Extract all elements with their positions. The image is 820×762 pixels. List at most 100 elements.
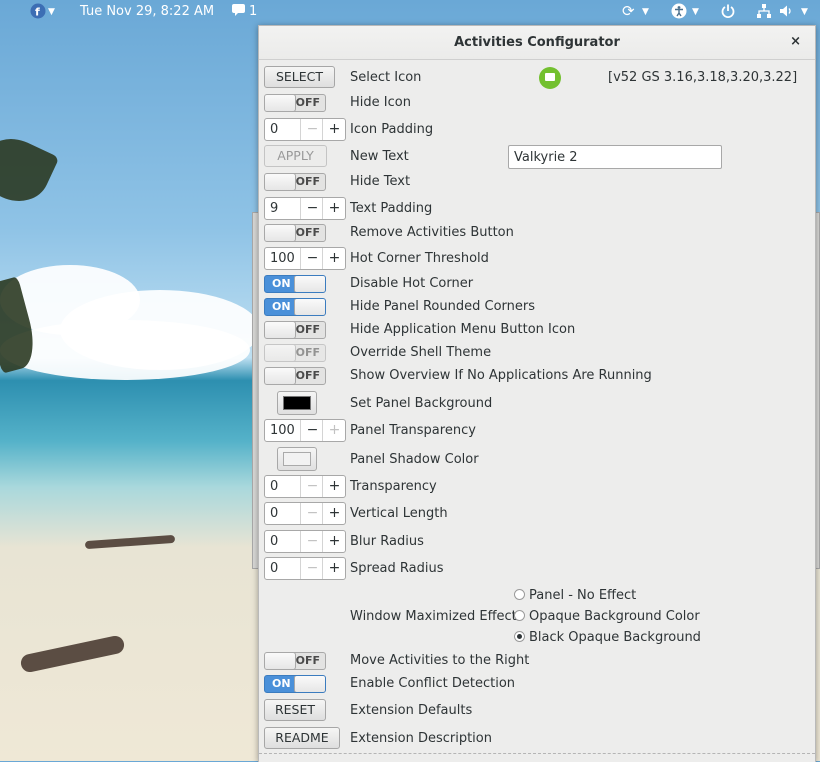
increment-button[interactable]: + (322, 248, 346, 269)
top-bar: f ▼ Tue Nov 29, 8:22 AM 1 ⟳ ▼ ▼ ▼ (0, 0, 820, 24)
increment-button[interactable]: + (322, 198, 346, 219)
dialog-title: Activities Configurator (454, 35, 620, 50)
driftwood (19, 634, 126, 674)
disable-hot-corner-label: Disable Hot Corner (350, 276, 474, 291)
panel-transparency-label: Panel Transparency (350, 423, 476, 438)
radio-label: Opaque Background Color (529, 609, 700, 624)
radio-button[interactable] (514, 589, 525, 600)
panel-background-color-button[interactable] (277, 391, 317, 415)
spread-radius-spinner[interactable]: 0 − + (264, 557, 346, 580)
window-maximized-effect-label: Window Maximized Effect (350, 609, 517, 624)
network-icon[interactable] (756, 3, 772, 23)
increment-button[interactable]: + (322, 531, 346, 552)
volume-icon[interactable] (778, 3, 794, 23)
vertical-length-spinner[interactable]: 0 − + (264, 502, 346, 525)
panel-background-label: Set Panel Background (350, 396, 493, 411)
decrement-button[interactable]: − (300, 420, 324, 441)
spinner-value[interactable]: 0 (270, 506, 278, 521)
version-label: [v52 GS 3.16,3.18,3.20,3.22] (608, 70, 798, 85)
transparency-label: Transparency (350, 479, 437, 494)
increment-button[interactable]: + (322, 420, 346, 441)
remove-activities-switch[interactable]: OFF (264, 224, 326, 242)
icon-padding-spinner[interactable]: 0 − + (264, 118, 346, 141)
disable-hot-corner-switch[interactable]: ON (264, 275, 326, 293)
conflict-detection-switch[interactable]: ON (264, 675, 326, 693)
blur-radius-spinner[interactable]: 0 − + (264, 530, 346, 553)
radio-black-opaque-background[interactable]: Black Opaque Background (514, 630, 701, 645)
radio-opaque-background-color[interactable]: Opaque Background Color (514, 609, 700, 624)
switch-state: ON (272, 677, 291, 690)
new-text-label: New Text (350, 149, 409, 164)
hide-text-label: Hide Text (350, 174, 411, 189)
chevron-down-icon[interactable]: ▼ (642, 7, 649, 17)
notification-count: 1 (249, 4, 258, 19)
decrement-button[interactable]: − (300, 503, 324, 524)
new-text-input[interactable]: Valkyrie 2 (508, 145, 722, 169)
switch-state: OFF (295, 96, 320, 109)
hide-rounded-corners-switch[interactable]: ON (264, 298, 326, 316)
spinner-value[interactable]: 9 (270, 201, 278, 216)
chat-icon[interactable] (231, 3, 246, 21)
hide-rounded-corners-label: Hide Panel Rounded Corners (350, 299, 535, 314)
apply-button[interactable]: APPLY (264, 145, 327, 167)
hide-text-switch[interactable]: OFF (264, 173, 326, 191)
power-icon[interactable] (720, 3, 736, 23)
transparency-spinner[interactable]: 0 − + (264, 475, 346, 498)
hide-icon-label: Hide Icon (350, 95, 411, 110)
spinner-value[interactable]: 100 (270, 251, 295, 266)
radio-button[interactable] (514, 631, 525, 642)
select-icon-button[interactable]: SELECT (264, 66, 335, 88)
readme-button[interactable]: README (264, 727, 340, 749)
increment-button[interactable]: + (322, 476, 346, 497)
fedora-logo-icon[interactable]: f (30, 3, 46, 23)
hide-app-menu-icon-label: Hide Application Menu Button Icon (350, 322, 576, 337)
decrement-button[interactable]: − (300, 119, 324, 140)
panel-transparency-spinner[interactable]: 100 − + (264, 419, 346, 442)
select-icon-label: Select Icon (350, 70, 422, 85)
close-icon[interactable]: × (790, 34, 801, 49)
decrement-button[interactable]: − (300, 198, 324, 219)
spinner-value[interactable]: 100 (270, 423, 295, 438)
switch-state: OFF (295, 346, 320, 359)
switch-state: OFF (295, 369, 320, 382)
conflict-detection-label: Enable Conflict Detection (350, 676, 516, 691)
move-activities-right-label: Move Activities to the Right (350, 653, 530, 668)
spinner-value[interactable]: 0 (270, 534, 278, 549)
shadow-color-button[interactable] (277, 447, 317, 471)
increment-button[interactable]: + (322, 558, 346, 579)
chevron-down-icon[interactable]: ▼ (692, 7, 699, 17)
remove-activities-label: Remove Activities Button (350, 225, 514, 240)
reset-button[interactable]: RESET (264, 699, 326, 721)
spinner-value[interactable]: 0 (270, 479, 278, 494)
chevron-down-icon[interactable]: ▼ (48, 7, 55, 17)
chevron-down-icon[interactable]: ▼ (801, 7, 808, 17)
show-overview-switch[interactable]: OFF (264, 367, 326, 385)
increment-button[interactable]: + (322, 503, 346, 524)
switch-state: ON (272, 300, 291, 313)
spinner-value[interactable]: 0 (270, 122, 278, 137)
move-activities-right-switch[interactable]: OFF (264, 652, 326, 670)
dialog-titlebar[interactable]: Activities Configurator × (259, 26, 815, 60)
hot-corner-threshold-spinner[interactable]: 100 − + (264, 247, 346, 270)
cloud (0, 320, 250, 380)
extension-description-label: Extension Description (350, 731, 492, 746)
radio-panel-no-effect[interactable]: Panel - No Effect (514, 588, 636, 603)
decrement-button[interactable]: − (300, 476, 324, 497)
decrement-button[interactable]: − (300, 558, 324, 579)
override-shell-theme-switch[interactable]: OFF (264, 344, 326, 362)
extension-defaults-label: Extension Defaults (350, 703, 473, 718)
divider (259, 753, 815, 754)
spinner-value[interactable]: 0 (270, 561, 278, 576)
hide-icon-switch[interactable]: OFF (264, 94, 326, 112)
refresh-icon[interactable]: ⟳ (622, 2, 635, 20)
hide-app-menu-icon-switch[interactable]: OFF (264, 321, 326, 339)
radio-button[interactable] (514, 610, 525, 621)
text-padding-spinner[interactable]: 9 − + (264, 197, 346, 220)
accessibility-icon[interactable] (671, 3, 687, 23)
decrement-button[interactable]: − (300, 531, 324, 552)
decrement-button[interactable]: − (300, 248, 324, 269)
increment-button[interactable]: + (322, 119, 346, 140)
clock[interactable]: Tue Nov 29, 8:22 AM (80, 4, 214, 19)
hot-corner-threshold-label: Hot Corner Threshold (350, 251, 489, 266)
switch-state: OFF (295, 323, 320, 336)
